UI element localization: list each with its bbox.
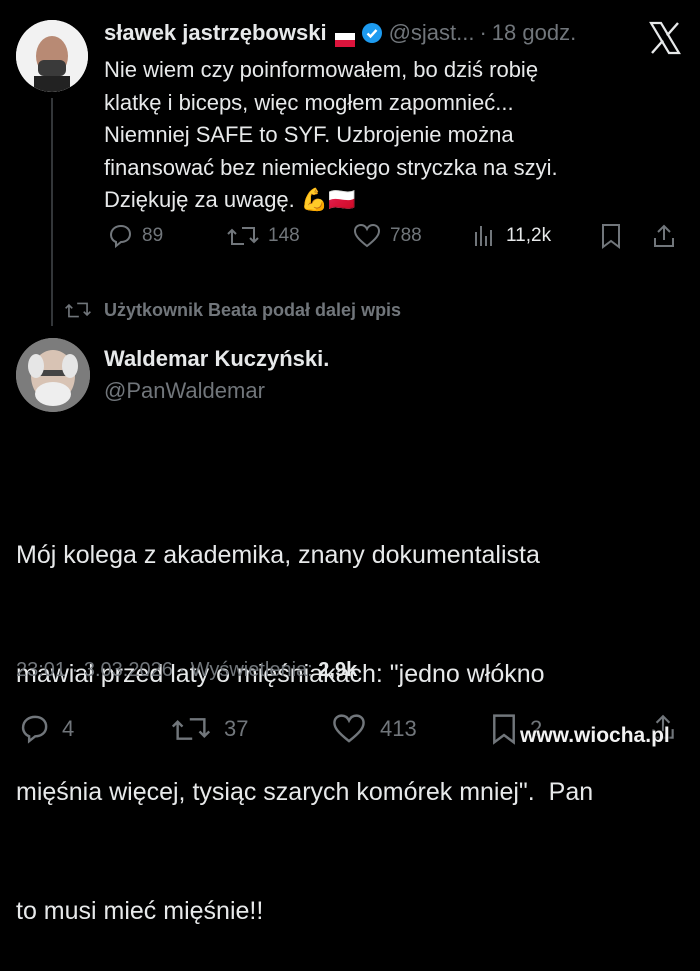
tweet-line: finansować bez niemieckiego stryczka na … [104, 154, 558, 180]
tweet-date[interactable]: 3.03.2026 [84, 659, 173, 681]
analytics-icon [475, 226, 492, 246]
tweet-line: to musi mieć mięśnie!! [16, 896, 264, 925]
reply-icon [109, 224, 132, 249]
bookmark-icon [493, 714, 515, 745]
watermark: www.wiocha.pl [520, 724, 670, 747]
heart-icon [353, 223, 381, 248]
author-name[interactable]: Waldemar Kuczyński. [104, 345, 329, 373]
tweet-line: Niemniej SAFE to SYF. Uzbrojenie można [104, 122, 514, 147]
author-handle[interactable]: @sjast... [389, 19, 475, 47]
repost-icon [227, 227, 259, 245]
author-name[interactable]: sławek jastrzębowski [104, 19, 327, 47]
views-count: 11,2k [506, 225, 552, 246]
tweet-line: mięśnia więcej, tysiąc szarych komórek m… [16, 778, 594, 806]
repost-button[interactable]: 148 [226, 222, 300, 250]
tweet-line: klatkę i biceps, więc mogłem zapomnieć..… [104, 89, 514, 115]
tweet-time[interactable]: 23:01 [16, 659, 66, 681]
quoted-tweet-text: Nie wiem czy poinformowałem, bo dziś rob… [104, 54, 684, 217]
verified-badge-icon [361, 22, 383, 44]
bookmark-icon [602, 224, 620, 249]
avatar-waldemar[interactable] [16, 338, 90, 412]
thread-line [51, 98, 53, 326]
author-handle[interactable]: @PanWaldemar [104, 377, 265, 405]
quoted-header: sławek jastrzębowski @sjast... · 18 godz… [104, 19, 576, 47]
reply-button[interactable]: 89 [106, 222, 163, 250]
repost-banner-text[interactable]: Użytkownik Beata podał dalej wpis [104, 300, 401, 321]
separator-dot: · [71, 659, 79, 681]
share-button[interactable] [650, 222, 678, 250]
like-count: 413 [380, 716, 417, 741]
bookmark-button[interactable] [598, 222, 624, 250]
repost-count: 148 [268, 225, 300, 246]
reply-count: 89 [142, 225, 164, 246]
repost-count: 37 [224, 716, 249, 741]
repost-button[interactable]: 37 [170, 712, 248, 746]
tweet-line: Dziękuję za uwagę. 💪🇵🇱 [104, 187, 356, 212]
like-count: 788 [390, 225, 422, 246]
avatar-slawek[interactable] [16, 20, 88, 92]
reply-button[interactable]: 4 [16, 712, 74, 746]
views-label: Wyświetlenia: [190, 659, 313, 681]
poland-flag-icon [334, 26, 355, 47]
like-button[interactable]: 788 [352, 222, 422, 250]
share-icon [654, 224, 674, 247]
reply-icon [21, 715, 48, 744]
heart-icon [333, 714, 365, 743]
tweet-line: Nie wiem czy poinformowałem, bo dziś rob… [104, 57, 539, 82]
repost-icon [65, 302, 91, 318]
views-button[interactable]: 11,2k [470, 222, 551, 250]
repost-banner: Użytkownik Beata podał dalej wpis [64, 298, 401, 322]
views-value: 2,9k [318, 659, 358, 681]
separator-dot: · [178, 659, 186, 681]
like-button[interactable]: 413 [330, 712, 417, 746]
reply-count: 4 [62, 716, 75, 741]
repost-icon [171, 718, 211, 740]
avatar-image [16, 20, 88, 92]
tweet-line: Mój kolega z akademika, znany dokumental… [16, 541, 540, 569]
avatar-image [16, 338, 90, 412]
tweet-time[interactable]: 18 godz. [492, 19, 576, 47]
tweet-meta: 23:01 · 3.03.2026 · Wyświetlenia: 2,9k [16, 656, 357, 684]
x-logo-icon[interactable] [647, 20, 683, 56]
separator-dot: · [479, 20, 487, 45]
